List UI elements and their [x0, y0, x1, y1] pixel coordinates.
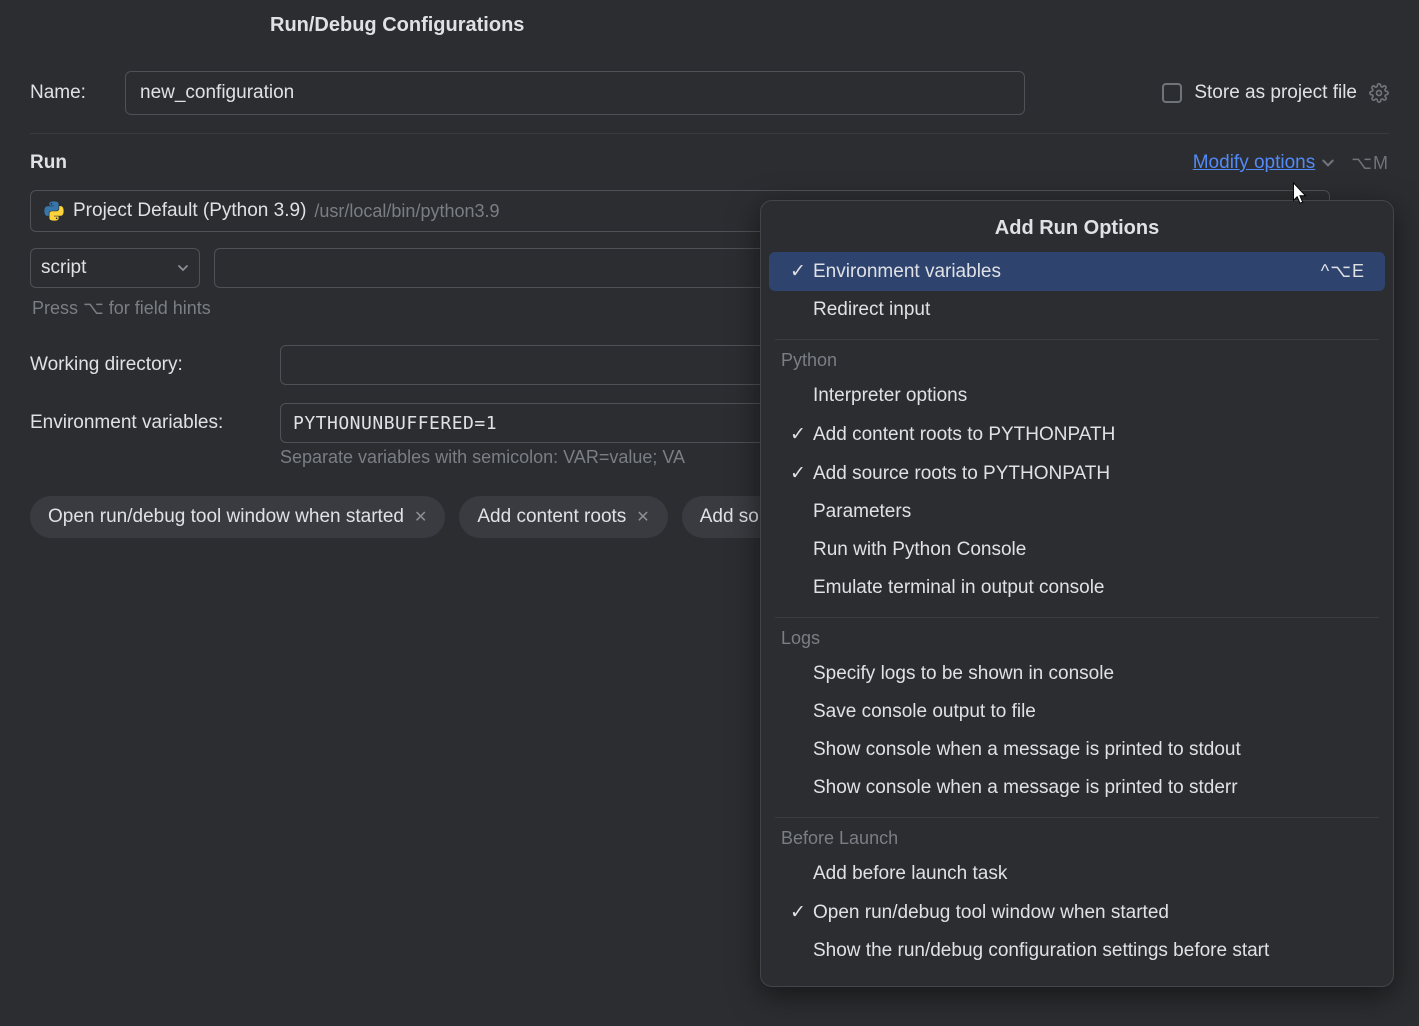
script-type-value: script [41, 257, 86, 279]
popup-menu-item[interactable]: Save console output to file [769, 693, 1385, 731]
divider [30, 133, 1389, 134]
working-directory-label: Working directory: [30, 354, 280, 376]
popup-menu-item[interactable]: ✓Add source roots to PYTHONPATH [769, 454, 1385, 493]
popup-section-header: Python [761, 346, 1393, 377]
option-chip[interactable]: Add content roots ✕ [459, 496, 667, 538]
menu-item-label: Run with Python Console [813, 539, 1365, 561]
popup-menu-item[interactable]: Show console when a message is printed t… [769, 731, 1385, 769]
menu-item-label: Interpreter options [813, 385, 1365, 407]
popup-title: Add Run Options [761, 213, 1393, 252]
run-section-title: Run [30, 152, 67, 174]
popup-menu-item[interactable]: Add before launch task [769, 855, 1385, 893]
menu-item-label: Parameters [813, 501, 1365, 523]
menu-item-label: Add source roots to PYTHONPATH [813, 463, 1365, 485]
popup-menu-item[interactable]: Redirect input [769, 291, 1385, 329]
gear-icon[interactable] [1369, 83, 1389, 103]
python-icon [43, 200, 65, 222]
check-icon: ✓ [783, 901, 813, 924]
popup-menu-item[interactable]: Parameters [769, 493, 1385, 531]
env-vars-label: Environment variables: [30, 412, 280, 434]
interpreter-path: /usr/local/bin/python3.9 [314, 201, 499, 222]
popup-menu-item[interactable]: Show console when a message is printed t… [769, 769, 1385, 807]
menu-item-label: Show the run/debug configuration setting… [813, 940, 1365, 962]
name-input[interactable] [125, 71, 1025, 115]
chip-label: Add content roots [477, 506, 626, 528]
popup-divider [775, 617, 1379, 618]
chip-label: Open run/debug tool window when started [48, 506, 404, 528]
close-icon[interactable]: ✕ [636, 507, 649, 527]
popup-section-header: Before Launch [761, 824, 1393, 855]
popup-menu-item[interactable]: Run with Python Console [769, 531, 1385, 569]
menu-item-label: Redirect input [813, 299, 1365, 321]
popup-section-header: Logs [761, 624, 1393, 655]
modify-options-link[interactable]: Modify options [1193, 152, 1316, 174]
menu-item-label: Specify logs to be shown in console [813, 663, 1365, 685]
popup-divider [775, 817, 1379, 818]
popup-menu-item[interactable]: Specify logs to be shown in console [769, 655, 1385, 693]
modify-options-shortcut: ⌥M [1351, 153, 1389, 174]
popup-menu-item[interactable]: ✓Environment variables^⌥E [769, 252, 1385, 291]
close-icon[interactable]: ✕ [414, 507, 427, 527]
check-icon: ✓ [783, 260, 813, 283]
menu-item-label: Save console output to file [813, 701, 1365, 723]
chevron-down-icon [1321, 156, 1335, 170]
popup-menu-item[interactable]: Show the run/debug configuration setting… [769, 932, 1385, 970]
add-run-options-popup: Add Run Options ✓Environment variables^⌥… [760, 200, 1394, 987]
check-icon: ✓ [783, 462, 813, 485]
menu-item-label: Show console when a message is printed t… [813, 739, 1365, 761]
popup-menu-item[interactable]: Interpreter options [769, 377, 1385, 415]
menu-item-label: Environment variables [813, 261, 1321, 283]
script-type-select[interactable]: script [30, 248, 200, 288]
popup-divider [775, 339, 1379, 340]
dialog-title: Run/Debug Configurations [0, 0, 1419, 37]
menu-item-label: Add content roots to PYTHONPATH [813, 424, 1365, 446]
chevron-down-icon [177, 262, 189, 274]
check-icon: ✓ [783, 423, 813, 446]
store-as-project-checkbox[interactable] [1162, 83, 1182, 103]
interpreter-name: Project Default (Python 3.9) [73, 200, 306, 222]
popup-menu-item[interactable]: ✓Open run/debug tool window when started [769, 893, 1385, 932]
popup-menu-item[interactable]: Emulate terminal in output console [769, 569, 1385, 607]
option-chip[interactable]: Open run/debug tool window when started ✕ [30, 496, 445, 538]
name-label: Name: [30, 82, 125, 104]
menu-item-label: Emulate terminal in output console [813, 577, 1365, 599]
popup-menu-item[interactable]: ✓Add content roots to PYTHONPATH [769, 415, 1385, 454]
store-as-project-label: Store as project file [1194, 82, 1357, 104]
menu-item-label: Add before launch task [813, 863, 1365, 885]
menu-item-shortcut: ^⌥E [1321, 261, 1365, 282]
menu-item-label: Show console when a message is printed t… [813, 777, 1365, 799]
menu-item-label: Open run/debug tool window when started [813, 902, 1365, 924]
